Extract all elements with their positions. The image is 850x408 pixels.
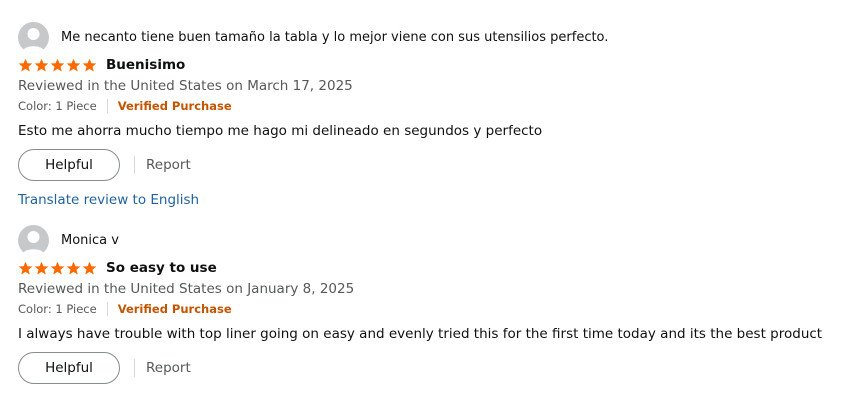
star-icon (34, 58, 49, 71)
review-actions: Helpful Report (18, 149, 850, 181)
verified-purchase-badge: Verified Purchase (117, 302, 232, 316)
star-icon (66, 261, 81, 274)
star-icon (50, 58, 65, 71)
variant-label[interactable]: Color: 1 Piece (18, 99, 97, 113)
review: Monica v So easy to use Reviewed in the … (18, 224, 850, 384)
report-link[interactable]: Report (146, 360, 191, 376)
star-icon (50, 261, 65, 274)
review-meta: Color: 1 Piece Verified Purchase (18, 97, 850, 115)
star-icon (82, 261, 97, 274)
star-rating[interactable] (18, 58, 97, 73)
reviewer-name: Me necanto tiene buen tamaño la tabla y … (61, 29, 609, 45)
review-meta: Color: 1 Piece Verified Purchase (18, 300, 850, 318)
helpful-button[interactable]: Helpful (18, 352, 120, 384)
default-avatar-icon (18, 21, 49, 53)
star-icon (66, 58, 81, 71)
star-rating[interactable] (18, 261, 97, 276)
review-date: Reviewed in the United States on March 1… (18, 78, 353, 94)
review-actions: Helpful Report (18, 352, 850, 384)
reviewer-profile[interactable]: Monica v (18, 224, 850, 256)
reviewer-name: Monica v (61, 232, 119, 248)
review: Me necanto tiene buen tamaño la tabla y … (18, 0, 850, 210)
divider (134, 359, 135, 377)
review-title[interactable]: Buenisimo (106, 57, 185, 73)
divider (134, 156, 135, 174)
review-body: Esto me ahorra mucho tiempo me hago mi d… (18, 123, 543, 139)
reviewer-profile[interactable]: Me necanto tiene buen tamaño la tabla y … (18, 21, 850, 53)
star-icon (34, 261, 49, 274)
star-icon (18, 261, 33, 274)
verified-purchase-badge: Verified Purchase (117, 99, 232, 113)
default-avatar-icon (18, 224, 49, 256)
translate-review-link[interactable]: Translate review to English (18, 190, 199, 210)
star-icon (82, 58, 97, 71)
star-icon (18, 58, 33, 71)
review-date: Reviewed in the United States on January… (18, 281, 355, 297)
divider (106, 302, 108, 316)
variant-label[interactable]: Color: 1 Piece (18, 302, 97, 316)
helpful-button[interactable]: Helpful (18, 149, 120, 181)
review-body: I always have trouble with top liner goi… (18, 326, 823, 342)
divider (106, 99, 108, 113)
review-title[interactable]: So easy to use (106, 260, 217, 276)
report-link[interactable]: Report (146, 157, 191, 173)
